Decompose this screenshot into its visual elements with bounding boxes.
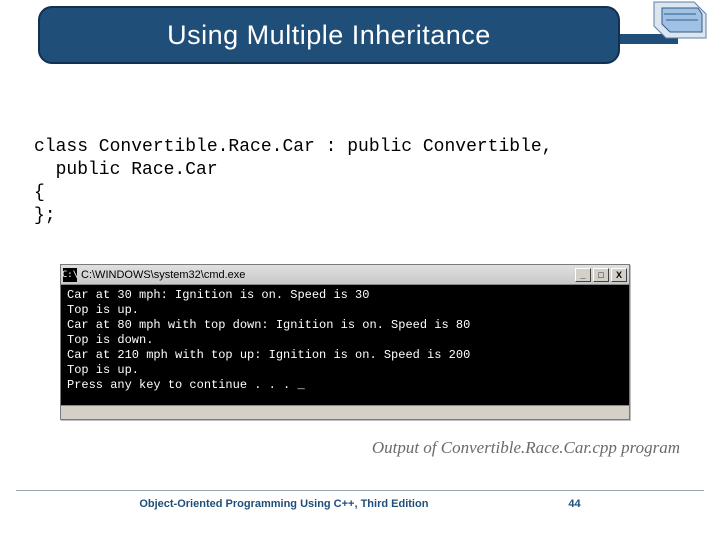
code-snippet: class Convertible.Race.Car : public Conv… (34, 136, 552, 228)
code-line: }; (34, 206, 56, 226)
page-number: 44 (568, 498, 580, 510)
code-line: { (34, 183, 45, 203)
cmd-line: Top is up. (67, 363, 139, 377)
cmd-line: Press any key to continue . . . _ (67, 378, 305, 392)
cmd-window-buttons: _ □ X (575, 268, 627, 282)
book-corner-icon (652, 0, 708, 52)
cmd-line: Car at 80 mph with top down: Ignition is… (67, 318, 470, 332)
cmd-line: Car at 30 mph: Ignition is on. Speed is … (67, 288, 369, 302)
figure-caption: Output of Convertible.Race.Car.cpp progr… (0, 438, 680, 458)
cmd-prompt-icon: C:\ (63, 268, 77, 282)
cmd-output: Car at 30 mph: Ignition is on. Speed is … (61, 285, 629, 405)
footer-book-title: Object-Oriented Programming Using C++, T… (139, 498, 428, 510)
cmd-titlebar: C:\ C:\WINDOWS\system32\cmd.exe _ □ X (61, 265, 629, 285)
code-line: public Race.Car (34, 160, 218, 180)
maximize-button[interactable]: □ (593, 268, 609, 282)
cmd-line: Top is up. (67, 303, 139, 317)
slide-title: Using Multiple Inheritance (167, 20, 491, 51)
cmd-window-title: C:\WINDOWS\system32\cmd.exe (81, 269, 575, 281)
slide-title-banner: Using Multiple Inheritance (38, 6, 620, 64)
cmd-bottom-frame (61, 405, 629, 419)
slide-footer: Object-Oriented Programming Using C++, T… (0, 498, 720, 510)
close-button[interactable]: X (611, 268, 627, 282)
minimize-button[interactable]: _ (575, 268, 591, 282)
footer-divider (16, 490, 704, 491)
cmd-line: Car at 210 mph with top up: Ignition is … (67, 348, 470, 362)
code-line: class Convertible.Race.Car : public Conv… (34, 137, 552, 157)
cmd-line: Top is down. (67, 333, 153, 347)
cmd-window: C:\ C:\WINDOWS\system32\cmd.exe _ □ X Ca… (60, 264, 630, 420)
